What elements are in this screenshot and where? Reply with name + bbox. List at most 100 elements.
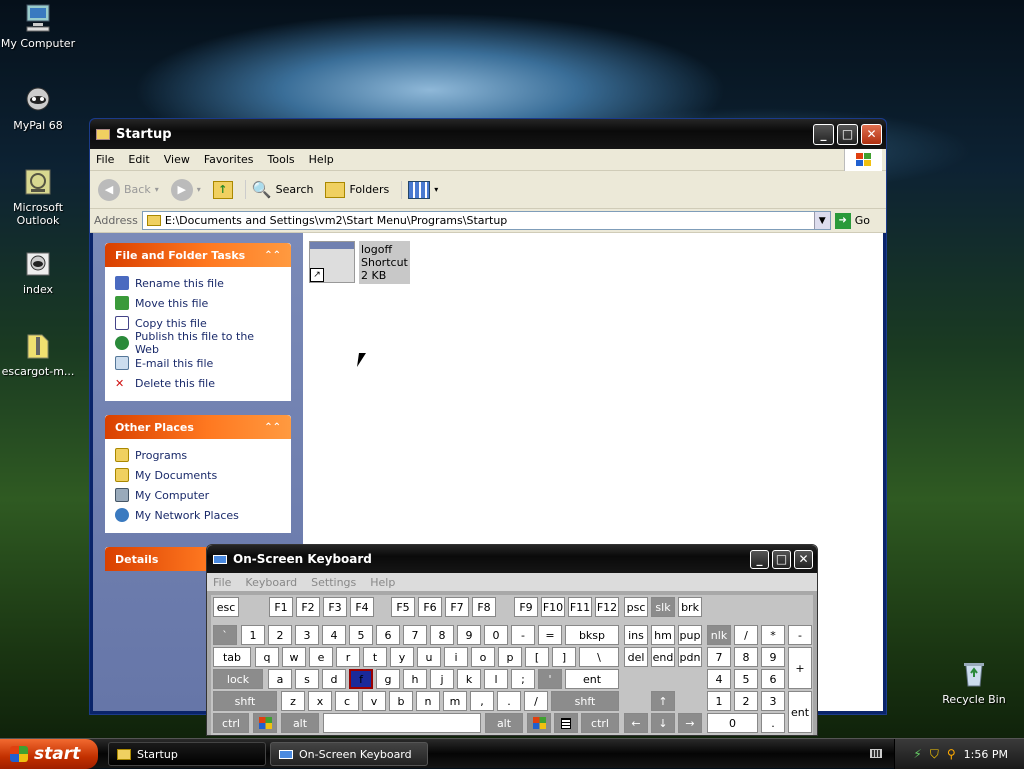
key-num-sub[interactable]: - [788, 625, 812, 645]
key-q[interactable]: q [255, 647, 279, 667]
key-shift-right[interactable]: shft [551, 691, 619, 711]
key-up-arrow[interactable]: ↑ [651, 691, 675, 711]
key-k[interactable]: k [457, 669, 481, 689]
folders-button[interactable]: Folders [325, 181, 389, 198]
key-a[interactable]: a [268, 669, 292, 689]
key-num-1[interactable]: 1 [707, 691, 731, 711]
key-home[interactable]: hm [651, 625, 675, 645]
key-lbracket[interactable]: [ [525, 647, 549, 667]
key-quote[interactable]: ' [538, 669, 562, 689]
key-windows-right[interactable] [527, 713, 551, 733]
task-email[interactable]: E-mail this file [115, 353, 281, 373]
key-left-arrow[interactable]: ← [624, 713, 648, 733]
file-item-logoff[interactable]: ↗ logoff Shortcut 2 KB [309, 241, 410, 284]
panel-header[interactable]: Other Places ⌃⌃ [105, 415, 291, 439]
key-p[interactable]: p [498, 647, 522, 667]
key-b[interactable]: b [389, 691, 413, 711]
address-input[interactable]: E:\Documents and Settings\vm2\Start Menu… [141, 211, 831, 230]
key-num-enter[interactable]: ent [788, 691, 812, 733]
key-n[interactable]: n [416, 691, 440, 711]
key-t[interactable]: t [363, 647, 387, 667]
explorer-titlebar[interactable]: Startup _ □ ✕ [90, 119, 886, 149]
menu-file[interactable]: File [213, 576, 231, 589]
key-d[interactable]: d [322, 669, 346, 689]
key-numlock[interactable]: nlk [707, 625, 731, 645]
key-del[interactable]: del [624, 647, 648, 667]
key-s[interactable]: s [295, 669, 319, 689]
key-pgup[interactable]: pup [678, 625, 702, 645]
menu-favorites[interactable]: Favorites [204, 153, 254, 166]
key-9[interactable]: 9 [457, 625, 481, 645]
key-8[interactable]: 8 [430, 625, 454, 645]
key-ctrl-left[interactable]: ctrl [213, 713, 249, 733]
key-slash[interactable]: / [524, 691, 548, 711]
key-o[interactable]: o [471, 647, 495, 667]
key-f2[interactable]: F2 [296, 597, 320, 617]
key-y[interactable]: y [390, 647, 414, 667]
key-num-dot[interactable]: . [761, 713, 785, 733]
up-folder-button[interactable]: ↑ [212, 180, 233, 199]
key-f7[interactable]: F7 [445, 597, 469, 617]
key-r[interactable]: r [336, 647, 360, 667]
menu-view[interactable]: View [164, 153, 190, 166]
key-slk[interactable]: slk [651, 597, 675, 617]
minimize-button[interactable]: _ [750, 549, 769, 569]
views-button[interactable]: ▾ [401, 180, 438, 199]
key-6[interactable]: 6 [376, 625, 400, 645]
menu-edit[interactable]: Edit [128, 153, 149, 166]
key-num-mul[interactable]: * [761, 625, 785, 645]
key-m[interactable]: m [443, 691, 467, 711]
key-menu[interactable] [554, 713, 578, 733]
key-minus[interactable]: - [511, 625, 535, 645]
key-f[interactable]: f [349, 669, 373, 689]
keyboard-language-icon[interactable] [870, 749, 882, 758]
key-4[interactable]: 4 [322, 625, 346, 645]
place-network[interactable]: My Network Places [115, 505, 281, 525]
back-button[interactable]: ◀ Back ▾ [98, 178, 159, 201]
minimize-button[interactable]: _ [813, 123, 834, 145]
key-i[interactable]: i [444, 647, 468, 667]
key-backspace[interactable]: bksp [565, 625, 619, 645]
menu-help[interactable]: Help [370, 576, 395, 589]
key-x[interactable]: x [308, 691, 332, 711]
key-c[interactable]: c [335, 691, 359, 711]
key-g[interactable]: g [376, 669, 400, 689]
desktop-icon-escargot[interactable]: escargot-m... [0, 330, 76, 378]
osk-titlebar[interactable]: On-Screen Keyboard _ □ ✕ [207, 545, 817, 573]
desktop-icon-outlook[interactable]: Microsoft Outlook [0, 166, 76, 227]
key-f10[interactable]: F10 [541, 597, 565, 617]
task-rename[interactable]: Rename this file [115, 273, 281, 293]
menu-help[interactable]: Help [309, 153, 334, 166]
key-7[interactable]: 7 [403, 625, 427, 645]
key-num-0[interactable]: 0 [707, 713, 758, 733]
task-delete[interactable]: ✕ Delete this file [115, 373, 281, 393]
key-l[interactable]: l [484, 669, 508, 689]
key-num-4[interactable]: 4 [707, 669, 731, 689]
panel-header[interactable]: File and Folder Tasks ⌃⌃ [105, 243, 291, 267]
key-v[interactable]: v [362, 691, 386, 711]
key-e[interactable]: e [309, 647, 333, 667]
key-w[interactable]: w [282, 647, 306, 667]
key-1[interactable]: 1 [241, 625, 265, 645]
key-down-arrow[interactable]: ↓ [651, 713, 675, 733]
key-end[interactable]: end [651, 647, 675, 667]
key-num-2[interactable]: 2 [734, 691, 758, 711]
task-move[interactable]: Move this file [115, 293, 281, 313]
network-tray-icon[interactable]: ⚡ [913, 747, 921, 761]
key-num-7[interactable]: 7 [707, 647, 731, 667]
place-my-documents[interactable]: My Documents [115, 465, 281, 485]
desktop-icon-recycle-bin[interactable]: Recycle Bin [936, 658, 1012, 706]
collapse-icon[interactable]: ⌃⌃ [264, 422, 281, 433]
osk-window[interactable]: On-Screen Keyboard _ □ ✕ File Keyboard S… [206, 544, 818, 736]
menu-file[interactable]: File [96, 153, 114, 166]
key-j[interactable]: j [430, 669, 454, 689]
key-right-arrow[interactable]: → [678, 713, 702, 733]
key-f12[interactable]: F12 [595, 597, 619, 617]
menu-tools[interactable]: Tools [268, 153, 295, 166]
key-space[interactable] [323, 713, 481, 733]
key-alt-right[interactable]: alt [485, 713, 523, 733]
key-comma[interactable]: , [470, 691, 494, 711]
key-brk[interactable]: brk [678, 597, 702, 617]
key-num-9[interactable]: 9 [761, 647, 785, 667]
key-u[interactable]: u [417, 647, 441, 667]
